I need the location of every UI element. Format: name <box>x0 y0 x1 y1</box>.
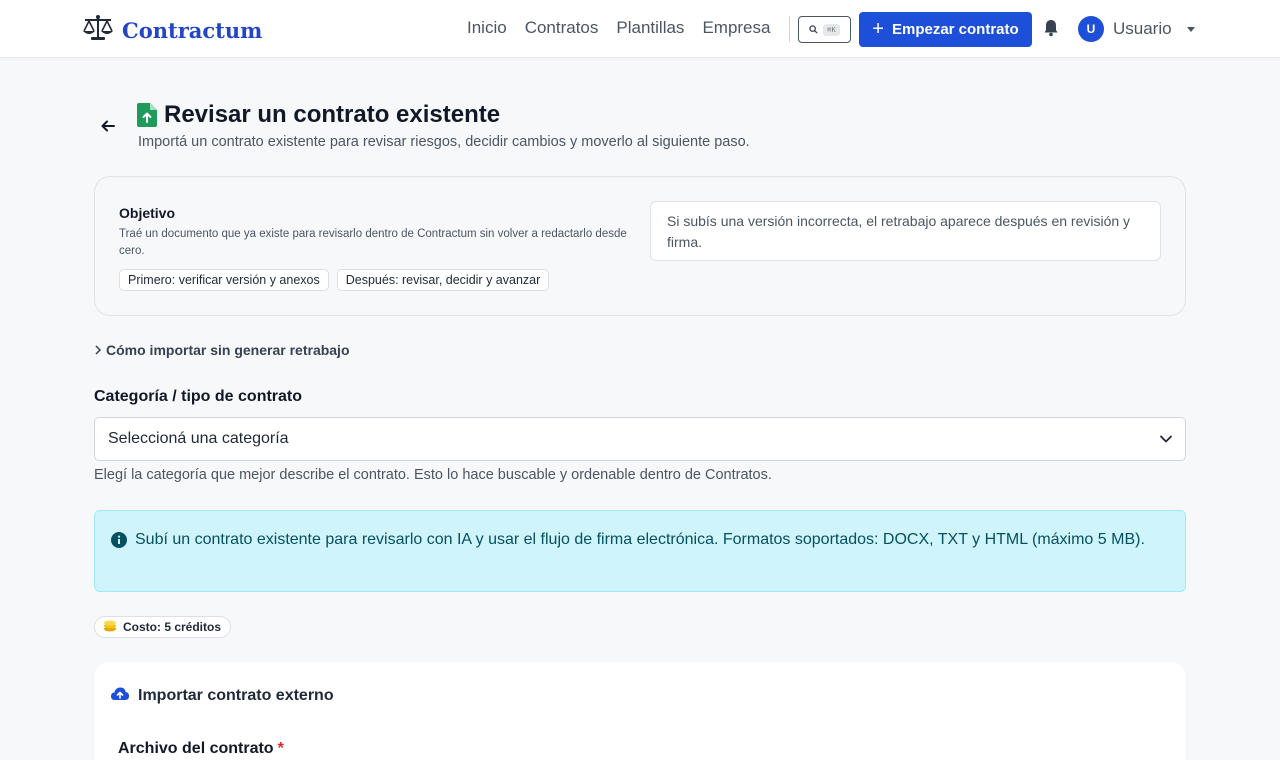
chip-first-step: Primero: verificar versión y anexos <box>119 269 329 291</box>
avatar: U <box>1078 16 1104 42</box>
import-tips-label: Cómo importar sin generar retrabajo <box>106 342 350 358</box>
objective-card: Objetivo Traé un documento que ya existe… <box>94 176 1186 316</box>
brand-name: Contractum <box>122 18 263 43</box>
search-icon <box>809 21 818 39</box>
start-contract-label: Empezar contrato <box>891 21 1019 38</box>
main-nav: Inicio Contratos Plantillas Empresa <box>458 18 779 38</box>
arrow-left-icon[interactable] <box>100 118 116 139</box>
search-shortcut: ⌘K <box>823 23 840 36</box>
chevron-down-icon <box>1160 430 1172 448</box>
chevron-right-icon <box>94 342 102 358</box>
import-card-title: Importar contrato externo <box>138 687 334 704</box>
nav-link-inicio[interactable]: Inicio <box>458 18 516 38</box>
category-selected-value: Seleccioná una categoría <box>108 430 289 447</box>
nav-link-plantillas[interactable]: Plantillas <box>607 18 693 38</box>
nav-link-empresa[interactable]: Empresa <box>693 18 779 38</box>
plus-icon: + <box>872 17 884 40</box>
navbar: Contractum Inicio Contratos Plantillas E… <box>0 0 1280 58</box>
import-card: Importar contrato externo Archivo del co… <box>94 662 1186 760</box>
brand-logo[interactable]: Contractum <box>82 14 262 47</box>
required-marker: * <box>277 740 284 757</box>
scales-icon <box>82 14 114 47</box>
cloud-upload-icon <box>110 686 130 706</box>
user-menu[interactable]: U Usuario <box>1078 16 1195 42</box>
search-button[interactable]: ⌘K <box>798 16 851 43</box>
import-card-header: Importar contrato externo <box>110 686 334 706</box>
nav-divider <box>789 16 790 42</box>
import-tips-toggle[interactable]: Cómo importar sin generar retrabajo <box>94 342 350 358</box>
info-alert: Subí un contrato existente para revisarl… <box>94 510 1186 592</box>
objective-chips: Primero: verificar versión y anexos Desp… <box>119 269 550 291</box>
nav-link-contratos[interactable]: Contratos <box>516 18 608 38</box>
coins-icon <box>103 620 117 635</box>
cost-label: Costo: 5 créditos <box>123 620 222 634</box>
cost-badge: Costo: 5 créditos <box>94 616 232 638</box>
objective-title: Objetivo <box>119 205 176 221</box>
file-upload-icon <box>137 103 157 132</box>
page-title: Revisar un contrato existente <box>164 101 501 128</box>
bell-icon[interactable] <box>1043 19 1059 42</box>
info-alert-text: Subí un contrato existente para revisarl… <box>135 531 1145 548</box>
category-label: Categoría / tipo de contrato <box>94 388 303 405</box>
objective-note: Si subís una versión incorrecta, el retr… <box>650 201 1161 261</box>
file-field-label: Archivo del contrato * <box>118 740 284 758</box>
chip-next-step: Después: revisar, decidir y avanzar <box>336 269 550 291</box>
user-name: Usuario <box>1113 19 1172 38</box>
file-field-label-text: Archivo del contrato <box>118 740 274 757</box>
objective-description: Traé un documento que ya existe para rev… <box>119 228 627 257</box>
info-circle-icon <box>111 532 127 591</box>
caret-down-icon <box>1186 26 1195 32</box>
start-contract-button[interactable]: + Empezar contrato <box>859 12 1032 47</box>
category-select[interactable]: Seleccioná una categoría <box>94 417 1186 461</box>
category-help: Elegí la categoría que mejor describe el… <box>94 467 772 483</box>
page-subtitle: Importá un contrato existente para revis… <box>138 134 750 150</box>
